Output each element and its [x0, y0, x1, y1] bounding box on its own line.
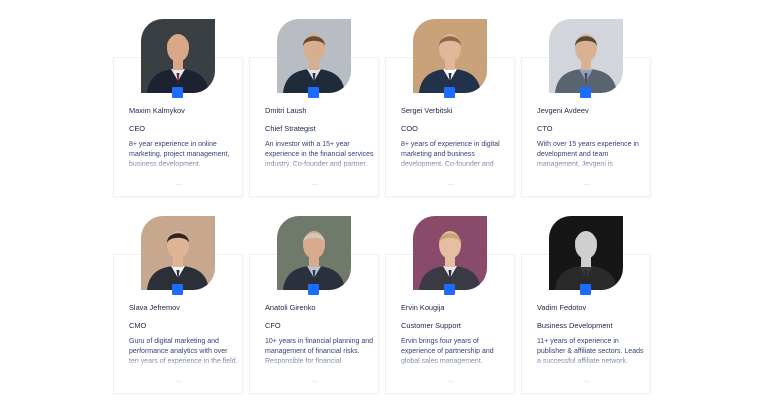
member-role: COO — [401, 124, 418, 133]
member-description: With over 15 years experience in develop… — [537, 141, 639, 168]
member-photo — [413, 19, 487, 93]
member-role: CMO — [129, 321, 147, 330]
read-more-indicator[interactable]: ... — [401, 180, 501, 187]
member-role: CTO — [537, 124, 553, 133]
member-photo — [549, 19, 623, 93]
member-description: 8+ years of experience in digital market… — [401, 141, 500, 168]
member-name: Vadim Fedotov — [537, 303, 587, 312]
linkedin-icon[interactable] — [444, 284, 455, 295]
member-description: 8+ year experience in online marketing, … — [129, 141, 230, 168]
read-more-indicator[interactable]: ... — [129, 377, 229, 384]
member-photo — [549, 216, 623, 290]
member-description: 11+ years of experience in publisher & a… — [537, 338, 644, 365]
member-description: An investor with a 15+ year experience i… — [265, 141, 374, 168]
member-name: Ervin Kougija — [401, 303, 445, 312]
member-name: Slava Jefremov — [129, 303, 180, 312]
read-more-indicator[interactable]: ... — [129, 180, 229, 187]
member-photo — [141, 216, 215, 290]
member-role: Chief Strategist — [265, 124, 316, 133]
read-more-indicator[interactable]: ... — [537, 180, 637, 187]
member-name: Maxim Kalmykov — [129, 106, 185, 115]
read-more-indicator[interactable]: ... — [265, 180, 365, 187]
member-photo — [141, 19, 215, 93]
member-role: Customer Support — [401, 321, 461, 330]
member-role: CEO — [129, 124, 146, 133]
member-description: Ervin brings four years of experience of… — [401, 338, 494, 365]
linkedin-icon[interactable] — [172, 87, 183, 98]
member-photo — [413, 216, 487, 290]
linkedin-icon[interactable] — [580, 284, 591, 295]
member-description: 10+ years in financial planning and mana… — [265, 338, 373, 365]
member-photo — [277, 216, 351, 290]
linkedin-icon[interactable] — [172, 284, 183, 295]
member-name: Sergei Verbitski — [401, 106, 453, 115]
linkedin-icon[interactable] — [444, 87, 455, 98]
read-more-indicator[interactable]: ... — [401, 377, 501, 384]
linkedin-icon[interactable] — [580, 87, 591, 98]
read-more-indicator[interactable]: ... — [265, 377, 365, 384]
member-role: Business Development — [537, 321, 613, 330]
member-role: CFO — [265, 321, 281, 330]
member-name: Jevgeni Avdeev — [537, 106, 589, 115]
linkedin-icon[interactable] — [308, 284, 319, 295]
member-name: Anatoli Girenko — [265, 303, 316, 312]
member-name: Dmitri Laush — [265, 106, 307, 115]
linkedin-icon[interactable] — [308, 87, 319, 98]
member-photo — [277, 19, 351, 93]
member-description: Guru of digital marketing and performanc… — [129, 338, 238, 365]
read-more-indicator[interactable]: ... — [537, 377, 637, 384]
